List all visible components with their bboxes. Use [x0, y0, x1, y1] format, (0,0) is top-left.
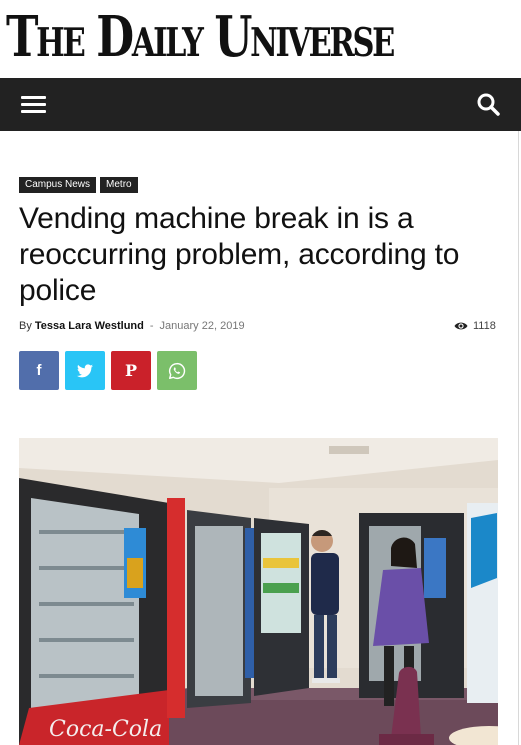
site-logo-text: The Daily Universe: [6, 4, 395, 70]
whatsapp-icon: [168, 362, 186, 379]
share-pinterest-button[interactable]: P: [111, 351, 151, 390]
share-whatsapp-button[interactable]: [157, 351, 197, 390]
publish-date: January 22, 2019: [159, 320, 245, 332]
article-title: Vending machine break in is a reoccurrin…: [19, 202, 460, 307]
article-photo: Coca-Cola: [19, 438, 498, 745]
category-tags: Campus News Metro: [19, 177, 138, 193]
search-icon[interactable]: [476, 92, 502, 118]
twitter-icon: [77, 363, 93, 377]
article-meta: By Tessa Lara Westlund - January 22, 2019: [19, 318, 499, 334]
byline-label: By: [19, 320, 32, 332]
eye-icon: [454, 322, 468, 330]
scrollbar-edge: [518, 131, 519, 745]
view-count-value: 1118: [473, 320, 496, 332]
masthead: The Daily Universe: [0, 0, 521, 78]
vending-machines-photo: Coca-Cola: [19, 438, 498, 745]
top-navbar: [0, 78, 521, 131]
category-tag-campus-news[interactable]: Campus News: [19, 177, 97, 193]
meta-separator: -: [149, 320, 154, 332]
author-link[interactable]: Tessa Lara Westlund: [35, 320, 144, 332]
hamburger-menu-icon[interactable]: [21, 94, 46, 114]
share-twitter-button[interactable]: [65, 351, 105, 390]
facebook-icon: f: [36, 362, 42, 379]
svg-text:Coca-Cola: Coca-Cola: [49, 717, 162, 742]
pinterest-icon: P: [124, 360, 138, 380]
share-facebook-button[interactable]: f: [19, 351, 59, 390]
category-tag-metro[interactable]: Metro: [100, 177, 138, 193]
view-count: 1118: [454, 318, 496, 334]
